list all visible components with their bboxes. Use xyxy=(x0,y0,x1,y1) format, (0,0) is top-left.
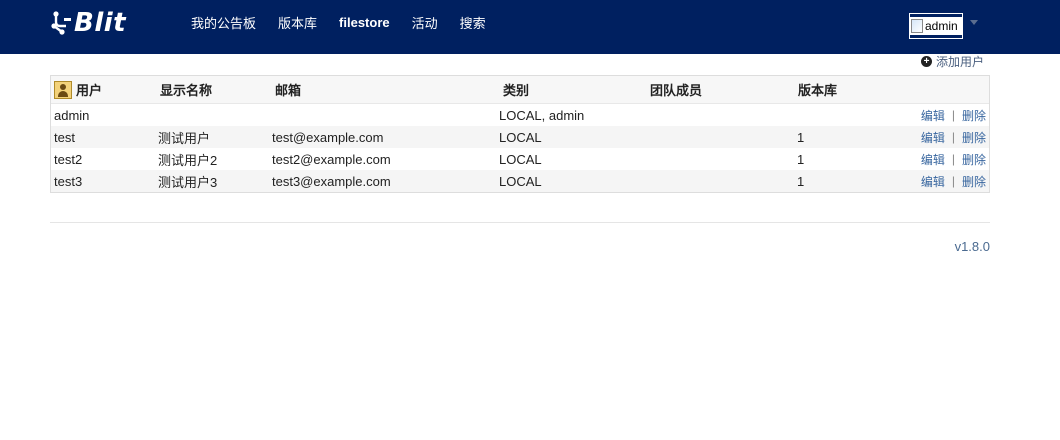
header-email: 邮箱 xyxy=(275,83,302,98)
cell-type: LOCAL xyxy=(499,129,542,145)
edit-link[interactable]: 编辑 xyxy=(921,129,945,146)
header-repositories: 版本库 xyxy=(798,83,838,98)
cell-user[interactable]: test xyxy=(54,126,75,148)
nav-item-search[interactable]: 搜索 xyxy=(449,13,497,32)
cell-user[interactable]: admin xyxy=(54,104,89,126)
table-row: admin LOCAL, admin 编辑 | 删除 xyxy=(51,104,989,126)
broken-image-icon xyxy=(911,19,923,33)
user-avatar-button[interactable]: admin xyxy=(909,13,963,39)
edit-link[interactable]: 编辑 xyxy=(921,173,945,190)
action-separator: | xyxy=(951,108,955,122)
avatar: admin xyxy=(910,17,962,35)
nav-item-dashboard[interactable]: 我的公告板 xyxy=(180,13,267,32)
brand-text: Blit xyxy=(74,8,127,38)
row-actions: 编辑 | 删除 xyxy=(921,170,986,192)
table-header-row: 用户 显示名称 邮箱 类别 团队成员 版本库 xyxy=(51,76,989,104)
delete-link[interactable]: 删除 xyxy=(962,129,986,146)
cell-repositories: 1 xyxy=(797,151,805,167)
nav-item-filestore[interactable]: filestore xyxy=(328,15,401,30)
chevron-down-icon[interactable] xyxy=(970,20,978,25)
cell-type: LOCAL xyxy=(499,151,542,167)
cell-user[interactable]: test3 xyxy=(54,170,82,192)
cell-type: LOCAL xyxy=(499,173,542,189)
add-user-button[interactable]: + 添加用户 xyxy=(921,53,984,69)
version-label: v1.8.0 xyxy=(954,239,990,254)
cell-display-name: 测试用户3 xyxy=(158,174,218,190)
row-actions: 编辑 | 删除 xyxy=(921,126,986,148)
table-row: test2 测试用户2 test2@example.com LOCAL 1 编辑… xyxy=(51,148,989,170)
header-type: 类别 xyxy=(503,83,530,98)
cell-type: LOCAL, admin xyxy=(499,107,585,123)
action-separator: | xyxy=(951,130,955,144)
gitblit-logo-icon xyxy=(51,11,71,35)
cell-display-name: 测试用户 xyxy=(158,130,211,146)
cell-email: test@example.com xyxy=(272,129,384,145)
brand-logo[interactable]: Blit xyxy=(50,6,126,40)
cell-display-name: 测试用户2 xyxy=(158,152,218,168)
nav-item-activity[interactable]: 活动 xyxy=(401,13,449,32)
delete-link[interactable]: 删除 xyxy=(962,151,986,168)
cell-email: test2@example.com xyxy=(272,151,391,167)
header-teams: 团队成员 xyxy=(650,83,703,98)
avatar-alt-text: admin xyxy=(925,19,958,33)
plus-circle-icon: + xyxy=(921,55,932,67)
delete-link[interactable]: 删除 xyxy=(962,173,986,190)
top-navbar: Blit 我的公告板 版本库 filestore 活动 搜索 admin xyxy=(0,0,1060,54)
table-row: test 测试用户 test@example.com LOCAL 1 编辑 | … xyxy=(51,126,989,148)
cell-repositories: 1 xyxy=(797,129,805,145)
users-table: 用户 显示名称 邮箱 类别 团队成员 版本库 admin LOCAL, admi… xyxy=(50,75,990,193)
footer-divider xyxy=(50,222,990,223)
cell-repositories: 1 xyxy=(797,173,805,189)
edit-link[interactable]: 编辑 xyxy=(921,107,945,124)
user-icon xyxy=(54,80,72,99)
action-separator: | xyxy=(951,174,955,188)
cell-email: test3@example.com xyxy=(272,173,391,189)
row-actions: 编辑 | 删除 xyxy=(921,148,986,170)
header-display-name: 显示名称 xyxy=(160,83,213,98)
nav-item-repositories[interactable]: 版本库 xyxy=(267,13,328,32)
main-nav: 我的公告板 版本库 filestore 活动 搜索 xyxy=(180,0,497,44)
header-user: 用户 xyxy=(54,76,102,103)
edit-link[interactable]: 编辑 xyxy=(921,151,945,168)
add-user-label: 添加用户 xyxy=(936,54,985,69)
table-row: test3 测试用户3 test3@example.com LOCAL 1 编辑… xyxy=(51,170,989,192)
cell-user[interactable]: test2 xyxy=(54,148,82,170)
delete-link[interactable]: 删除 xyxy=(962,107,986,124)
action-separator: | xyxy=(951,152,955,166)
row-actions: 编辑 | 删除 xyxy=(921,104,986,126)
